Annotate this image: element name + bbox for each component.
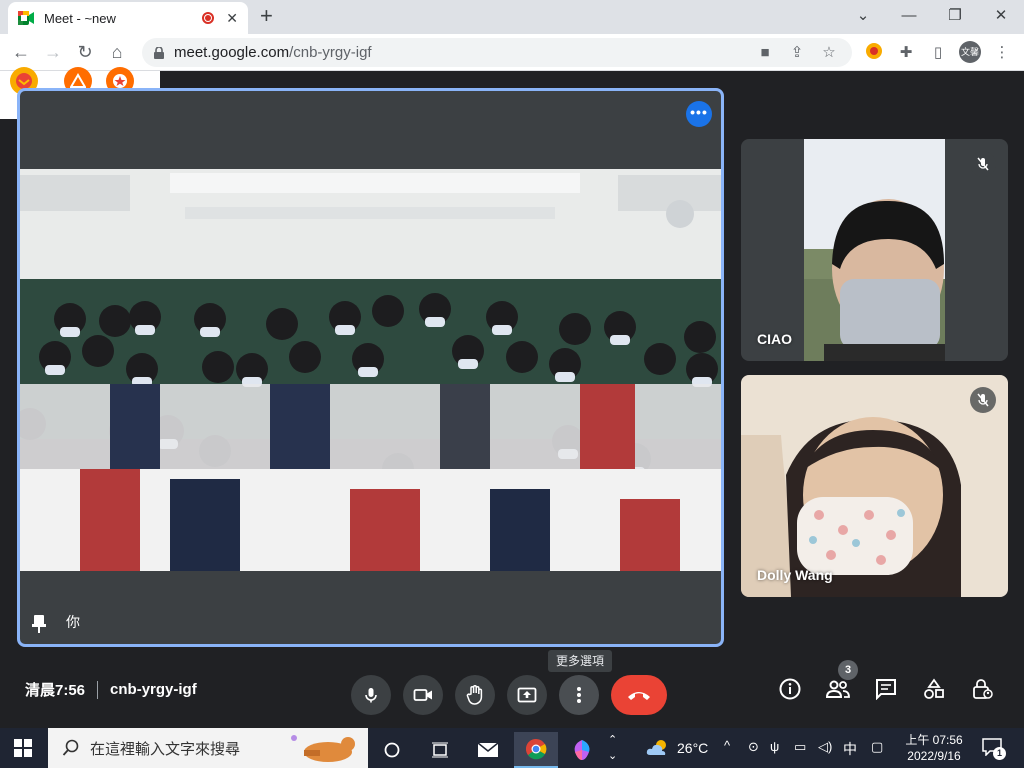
reload-button[interactable]: ↻ (74, 41, 96, 63)
ime-mode-indicator[interactable]: 中 (843, 739, 857, 759)
pin-icon[interactable] (30, 614, 48, 634)
more-options-tooltip: 更多選項 (548, 650, 613, 672)
raise-hand-button[interactable] (455, 675, 495, 715)
lock-person-icon (973, 679, 993, 699)
browser-tab-meet[interactable]: Meet - ~new ✕ (8, 2, 248, 34)
activities-button[interactable] (921, 676, 947, 702)
hang-up-icon (628, 692, 650, 700)
url-host: meet.google.com (174, 44, 290, 61)
participant-tile-dolly-wang[interactable]: Dolly Wang (741, 375, 1008, 597)
taskbar-scroll-arrows-icon[interactable]: ⌃ ⌄ (608, 732, 617, 764)
activities-shapes-icon (924, 678, 944, 699)
chrome-menu-icon[interactable]: ⋮ (991, 42, 1013, 64)
tray-overflow-icon[interactable]: ^ (724, 738, 730, 753)
host-controls-button[interactable] (969, 676, 995, 702)
present-icon (517, 687, 537, 703)
google-meet-icon (18, 11, 34, 25)
chat-button[interactable] (873, 676, 899, 702)
meeting-details-button[interactable] (777, 676, 803, 702)
more-options-button[interactable] (559, 675, 599, 715)
weather-icon[interactable] (646, 739, 670, 757)
main-video-tile[interactable]: ••• 你 (17, 88, 724, 647)
taskbar-search-box[interactable]: 在這裡輸入文字來搜尋 (48, 728, 368, 768)
meeting-time: 清晨7:56 (25, 682, 86, 699)
windows-taskbar: 在這裡輸入文字來搜尋 ⌃ ⌄ 26°C ^ ⊙ ψ ▭ ◁) 中 ▢ 上午 07:… (0, 728, 1024, 768)
extensions-puzzle-icon[interactable]: ✚ (895, 42, 917, 64)
search-icon (62, 739, 79, 756)
cortana-icon[interactable] (370, 732, 414, 768)
forward-button[interactable]: → (42, 41, 64, 63)
extension-badge-icon[interactable] (863, 42, 885, 64)
camera-button[interactable] (403, 675, 443, 715)
paint-app-icon[interactable] (560, 732, 604, 768)
tab-search-icon[interactable]: ⌄ (843, 4, 883, 28)
close-window-button[interactable]: ✕ (981, 4, 1021, 28)
participant-tile-ciao[interactable]: CIAO (741, 139, 1008, 361)
weather-temperature[interactable]: 26°C (677, 740, 708, 756)
maximize-button[interactable]: ❐ (935, 4, 975, 28)
network-icon[interactable]: ▭ (794, 739, 806, 755)
recording-icon (202, 12, 215, 24)
minimize-button[interactable]: — (889, 4, 929, 28)
participant-video-ciao (804, 139, 945, 361)
camera-icon (413, 689, 432, 701)
tray-usb-icon[interactable]: ψ (770, 739, 779, 754)
notification-count-badge: 1 (993, 747, 1006, 760)
hand-icon (466, 685, 483, 705)
browser-tabstrip: Meet - ~new ✕ + ⌄ — ❐ ✕ (0, 0, 1024, 34)
search-placeholder: 在這裡輸入文字來搜尋 (90, 740, 241, 758)
clock-time: 上午 07:56 (905, 733, 963, 747)
mic-muted-icon (970, 387, 996, 413)
participant-name: CIAO (757, 331, 792, 347)
people-icon (826, 680, 850, 698)
volume-icon[interactable]: ◁) (818, 739, 832, 755)
taskbar-clock[interactable]: 上午 07:56 2022/9/16 (896, 732, 972, 764)
url-path: /cnb-yrgy-igf (289, 44, 372, 61)
tab-close-button[interactable]: ✕ (226, 10, 238, 27)
mic-muted-icon (970, 151, 996, 177)
browser-toolbar: ← → ↻ ⌂ meet.google.com /cnb-yrgy-igf ■ … (0, 34, 1024, 71)
divider (97, 680, 99, 699)
address-bar[interactable]: meet.google.com /cnb-yrgy-igf ■ ⇪ ☆ (142, 38, 852, 67)
search-highlight-illustration-icon (291, 735, 355, 762)
present-screen-button[interactable] (507, 675, 547, 715)
home-icon[interactable]: ⌂ (106, 41, 128, 63)
microphone-icon (365, 688, 377, 703)
meeting-code: cnb-yrgy-igf (110, 681, 197, 698)
chrome-taskbar-icon[interactable] (514, 732, 558, 768)
self-name-label: 你 (66, 614, 80, 630)
info-icon (779, 678, 801, 700)
windows-start-icon[interactable] (14, 739, 32, 757)
participant-video-dolly-wang (741, 375, 1008, 597)
more-vert-icon (577, 687, 581, 703)
tile-more-options-button[interactable]: ••• (686, 101, 712, 127)
back-button[interactable]: ← (10, 41, 32, 63)
class-photo-video (20, 169, 721, 571)
participant-name: Dolly Wang (757, 567, 833, 583)
leave-call-button[interactable] (611, 675, 667, 715)
bookmark-star-icon[interactable]: ☆ (820, 44, 838, 62)
task-view-icon[interactable] (418, 732, 462, 768)
profile-avatar[interactable]: 文馨 (959, 41, 981, 63)
meeting-info: 清晨7:56 cnb-yrgy-igf (25, 679, 197, 700)
ime-options-icon[interactable]: ▢ (871, 739, 883, 755)
tab-title: Meet - ~new (44, 10, 116, 26)
clock-date: 2022/9/16 (907, 749, 961, 763)
tray-mic-in-use-icon[interactable]: ⊙ (748, 739, 759, 755)
lock-icon (154, 46, 164, 59)
camera-in-use-icon[interactable]: ■ (756, 44, 774, 62)
people-button[interactable] (825, 676, 851, 702)
mail-icon[interactable] (466, 732, 510, 768)
microphone-button[interactable] (351, 675, 391, 715)
chat-icon (876, 679, 896, 700)
side-panel-icon[interactable]: ▯ (927, 42, 949, 64)
new-tab-button[interactable]: + (260, 5, 273, 27)
share-icon[interactable]: ⇪ (788, 44, 806, 62)
notification-center-button[interactable]: 1 (982, 738, 1006, 760)
